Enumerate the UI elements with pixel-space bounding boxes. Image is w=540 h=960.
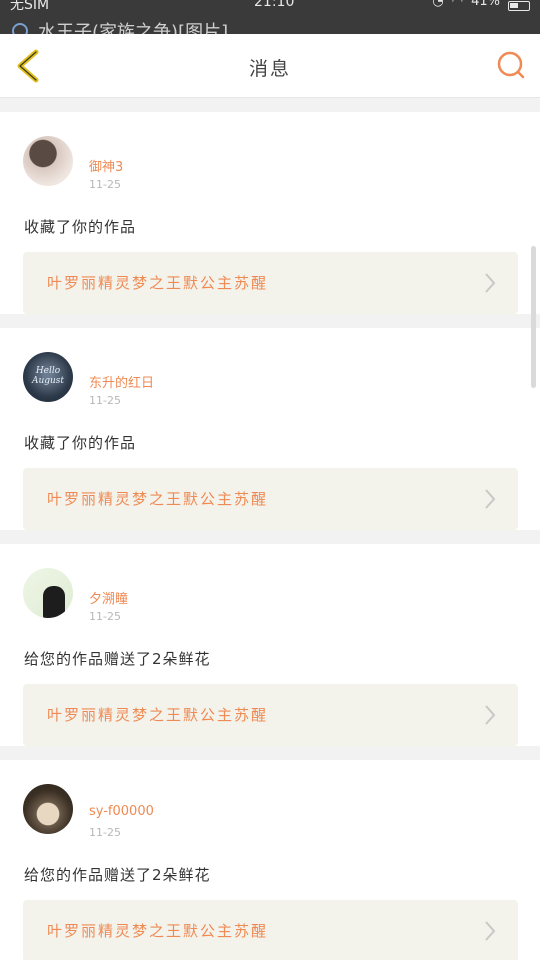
wifi-icon: ◠ bbox=[451, 0, 464, 9]
battery-icon bbox=[508, 0, 530, 11]
message-date: 11-25 bbox=[89, 178, 121, 191]
chevron-right-icon bbox=[485, 273, 496, 293]
message-date: 11-25 bbox=[89, 826, 121, 839]
avatar[interactable] bbox=[23, 136, 73, 186]
carrier-label: 无SIM bbox=[10, 0, 50, 13]
work-title: 叶罗丽精灵梦之王默公主苏醒 bbox=[47, 490, 269, 508]
username[interactable]: 夕溯瞳 bbox=[89, 588, 128, 607]
avatar[interactable] bbox=[23, 784, 73, 834]
message-card: 夕溯瞳 11-25 给您的作品赠送了2朵鲜花 叶罗丽精灵梦之王默公主苏醒 bbox=[0, 544, 540, 746]
avatar[interactable]: Hello August bbox=[23, 352, 73, 402]
alarm-icon: ◔ bbox=[432, 0, 444, 9]
notification-app-icon bbox=[12, 23, 28, 34]
chevron-right-icon bbox=[485, 489, 496, 509]
scrollbar[interactable] bbox=[531, 246, 536, 388]
action-text: 给您的作品赠送了2朵鲜花 bbox=[24, 650, 211, 668]
avatar-text: Hello August bbox=[31, 366, 65, 386]
work-link[interactable]: 叶罗丽精灵梦之王默公主苏醒 bbox=[23, 468, 518, 530]
chevron-right-icon bbox=[485, 921, 496, 941]
message-date: 11-25 bbox=[89, 394, 121, 407]
message-card: sy-f00000 11-25 给您的作品赠送了2朵鲜花 叶罗丽精灵梦之王默公主… bbox=[0, 760, 540, 960]
work-link[interactable]: 叶罗丽精灵梦之王默公主苏醒 bbox=[23, 900, 518, 960]
search-icon bbox=[497, 51, 525, 79]
message-list[interactable]: 御神3 11-25 收藏了你的作品 叶罗丽精灵梦之王默公主苏醒 Hello Au… bbox=[0, 112, 540, 960]
username[interactable]: sy-f00000 bbox=[89, 804, 154, 819]
status-icons: ◔ ◠ 41% bbox=[432, 0, 530, 11]
chevron-right-icon bbox=[485, 705, 496, 725]
search-button[interactable] bbox=[496, 50, 526, 80]
header: 消息 bbox=[0, 34, 540, 98]
status-bar: 无SIM 21:10 ◔ ◠ 41% 水王子(家族之争)[图片] bbox=[0, 0, 540, 34]
battery-percent: 41% bbox=[471, 0, 500, 9]
avatar[interactable] bbox=[23, 568, 73, 618]
message-card: 御神3 11-25 收藏了你的作品 叶罗丽精灵梦之王默公主苏醒 bbox=[0, 112, 540, 314]
notification-text: 水王子(家族之争)[图片] bbox=[38, 22, 229, 34]
work-link[interactable]: 叶罗丽精灵梦之王默公主苏醒 bbox=[23, 252, 518, 314]
page-title: 消息 bbox=[248, 58, 291, 80]
message-date: 11-25 bbox=[89, 610, 121, 623]
action-text: 给您的作品赠送了2朵鲜花 bbox=[24, 866, 211, 884]
clock: 21:10 bbox=[254, 0, 295, 10]
work-title: 叶罗丽精灵梦之王默公主苏醒 bbox=[47, 706, 269, 724]
notification-peek[interactable]: 水王子(家族之争)[图片] bbox=[12, 18, 228, 34]
username[interactable]: 东升的红日 bbox=[89, 372, 154, 391]
username[interactable]: 御神3 bbox=[89, 156, 123, 175]
work-link[interactable]: 叶罗丽精灵梦之王默公主苏醒 bbox=[23, 684, 518, 746]
work-title: 叶罗丽精灵梦之王默公主苏醒 bbox=[47, 274, 269, 292]
action-text: 收藏了你的作品 bbox=[24, 218, 137, 236]
action-text: 收藏了你的作品 bbox=[24, 434, 137, 452]
message-card: Hello August 东升的红日 11-25 收藏了你的作品 叶罗丽精灵梦之… bbox=[0, 328, 540, 530]
work-title: 叶罗丽精灵梦之王默公主苏醒 bbox=[47, 922, 269, 940]
